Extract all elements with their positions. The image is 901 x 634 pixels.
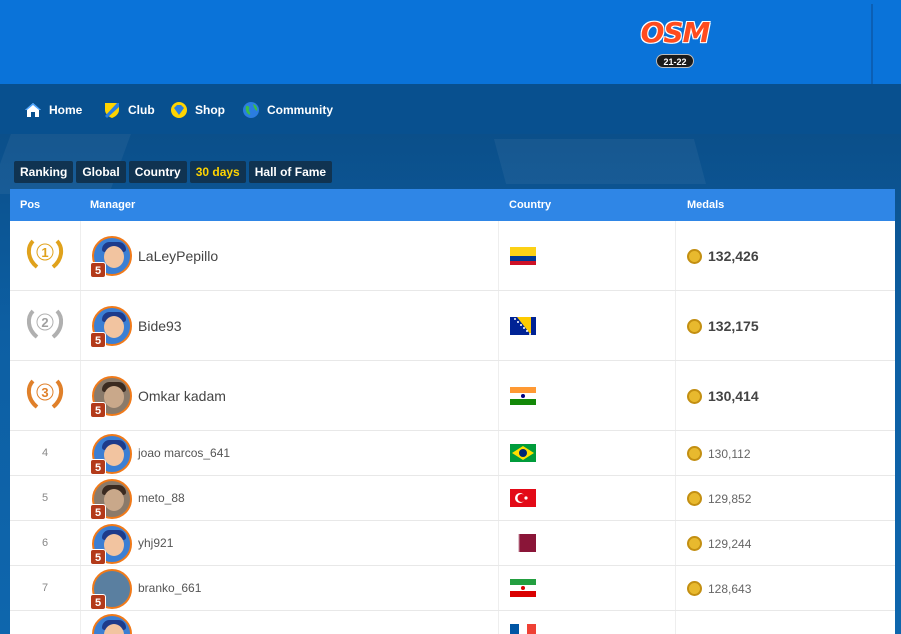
column-manager: Manager xyxy=(90,199,136,211)
bosnia-flag xyxy=(510,317,536,335)
position-number: 6 xyxy=(41,537,49,549)
manager-name[interactable]: Omkar kadam xyxy=(138,388,226,404)
silver-laurel-icon: 2 xyxy=(26,309,64,339)
iran-flag xyxy=(510,579,536,597)
level-badge: 5 xyxy=(90,594,106,610)
medal-icon xyxy=(687,249,702,264)
nav-community[interactable]: Community xyxy=(242,100,333,120)
table-row[interactable]: 5 5 meto_88 129,852 xyxy=(10,476,895,521)
logo-text: OSM xyxy=(640,16,711,49)
qatar-flag xyxy=(510,534,536,552)
table-row[interactable]: 3 5 Omkar kadam 130,414 xyxy=(10,361,895,431)
column-country: Country xyxy=(509,199,552,211)
manager-name[interactable]: Bide93 xyxy=(138,318,182,334)
column-medals: Medals xyxy=(687,199,725,211)
nav-shop-label: Shop xyxy=(195,103,225,117)
level-badge: 5 xyxy=(90,332,106,348)
season-badge: 21-22 xyxy=(656,54,694,68)
turkey-flag xyxy=(510,489,536,507)
medal-count: 129,852 xyxy=(708,492,752,506)
ranking-tabs: Ranking Global Country 30 days Hall of F… xyxy=(14,161,333,183)
medal-icon xyxy=(687,581,702,596)
position-number: 4 xyxy=(41,447,49,459)
table-row[interactable]: 1 5 LaLeyPepillo 132,426 xyxy=(10,221,895,291)
table-row[interactable] xyxy=(10,611,895,634)
tab-country[interactable]: Country xyxy=(128,161,187,183)
medal-icon xyxy=(687,536,702,551)
medal-icon xyxy=(687,491,702,506)
bronze-laurel-icon: 3 xyxy=(26,379,64,409)
osm-logo[interactable]: OSM 21-22 xyxy=(634,16,716,70)
nav-home[interactable]: Home xyxy=(24,100,82,120)
manager-name[interactable]: branko_661 xyxy=(138,581,201,595)
india-flag xyxy=(510,387,536,405)
table-row[interactable]: 7 5 branko_661 128,643 xyxy=(10,566,895,611)
gold-laurel-icon: 1 xyxy=(26,239,64,269)
level-badge: 5 xyxy=(90,504,106,520)
ranking-table: Pos Manager Country Medals 1 5 LaLeyPepi… xyxy=(10,189,895,634)
topbar-divider xyxy=(871,4,873,84)
level-badge: 5 xyxy=(90,402,106,418)
manager-name[interactable]: meto_88 xyxy=(138,491,185,505)
medal-count: 130,414 xyxy=(708,388,759,404)
tab-global[interactable]: Global xyxy=(76,161,126,183)
level-badge: 5 xyxy=(90,549,106,565)
medal-count: 132,426 xyxy=(708,248,759,264)
top-bar: OSM 21-22 xyxy=(0,0,901,84)
level-badge: 5 xyxy=(90,459,106,475)
position-number: 2 xyxy=(41,315,48,330)
manager-name[interactable]: LaLeyPepillo xyxy=(138,248,218,264)
table-row[interactable]: 4 5 joao marcos_641 130,112 xyxy=(10,431,895,476)
medal-count: 132,175 xyxy=(708,318,759,334)
table-row[interactable]: 6 5 yhj921 129,244 xyxy=(10,521,895,566)
manager-name[interactable]: joao marcos_641 xyxy=(138,446,230,460)
level-badge: 5 xyxy=(90,262,106,278)
position-number: 5 xyxy=(41,492,49,504)
brazil-flag xyxy=(510,444,536,462)
home-icon xyxy=(25,103,41,117)
table-header: Pos Manager Country Medals xyxy=(10,189,895,221)
medal-icon xyxy=(687,389,702,404)
medal-count: 129,244 xyxy=(708,537,752,551)
position-number: 3 xyxy=(41,385,48,400)
position-number: 1 xyxy=(41,245,48,260)
position-number: 7 xyxy=(41,582,49,594)
avatar[interactable] xyxy=(92,614,132,634)
nav-shop[interactable]: Shop xyxy=(170,100,225,120)
manager-name[interactable]: yhj921 xyxy=(138,536,173,550)
table-row[interactable]: 2 5 Bide93 132,175 xyxy=(10,291,895,361)
globe-icon xyxy=(243,102,259,118)
tab-hall-of-fame[interactable]: Hall of Fame xyxy=(248,161,333,183)
column-pos: Pos xyxy=(20,199,41,211)
medal-icon xyxy=(687,319,702,334)
club-shield-icon xyxy=(105,103,119,118)
nav-club-label: Club xyxy=(128,103,155,117)
colombia-flag xyxy=(510,247,536,265)
nav-club[interactable]: Club xyxy=(103,100,155,120)
medal-count: 130,112 xyxy=(708,447,751,461)
shop-diamond-icon xyxy=(171,102,187,118)
nav-community-label: Community xyxy=(267,103,333,117)
tab-ranking[interactable]: Ranking xyxy=(14,161,74,183)
france-flag xyxy=(510,624,536,634)
medal-count: 128,643 xyxy=(708,582,752,596)
medal-icon xyxy=(687,446,702,461)
tab-30-days[interactable]: 30 days xyxy=(189,161,246,183)
main-nav: Home Club Shop Community xyxy=(0,84,901,134)
nav-home-label: Home xyxy=(49,103,83,117)
